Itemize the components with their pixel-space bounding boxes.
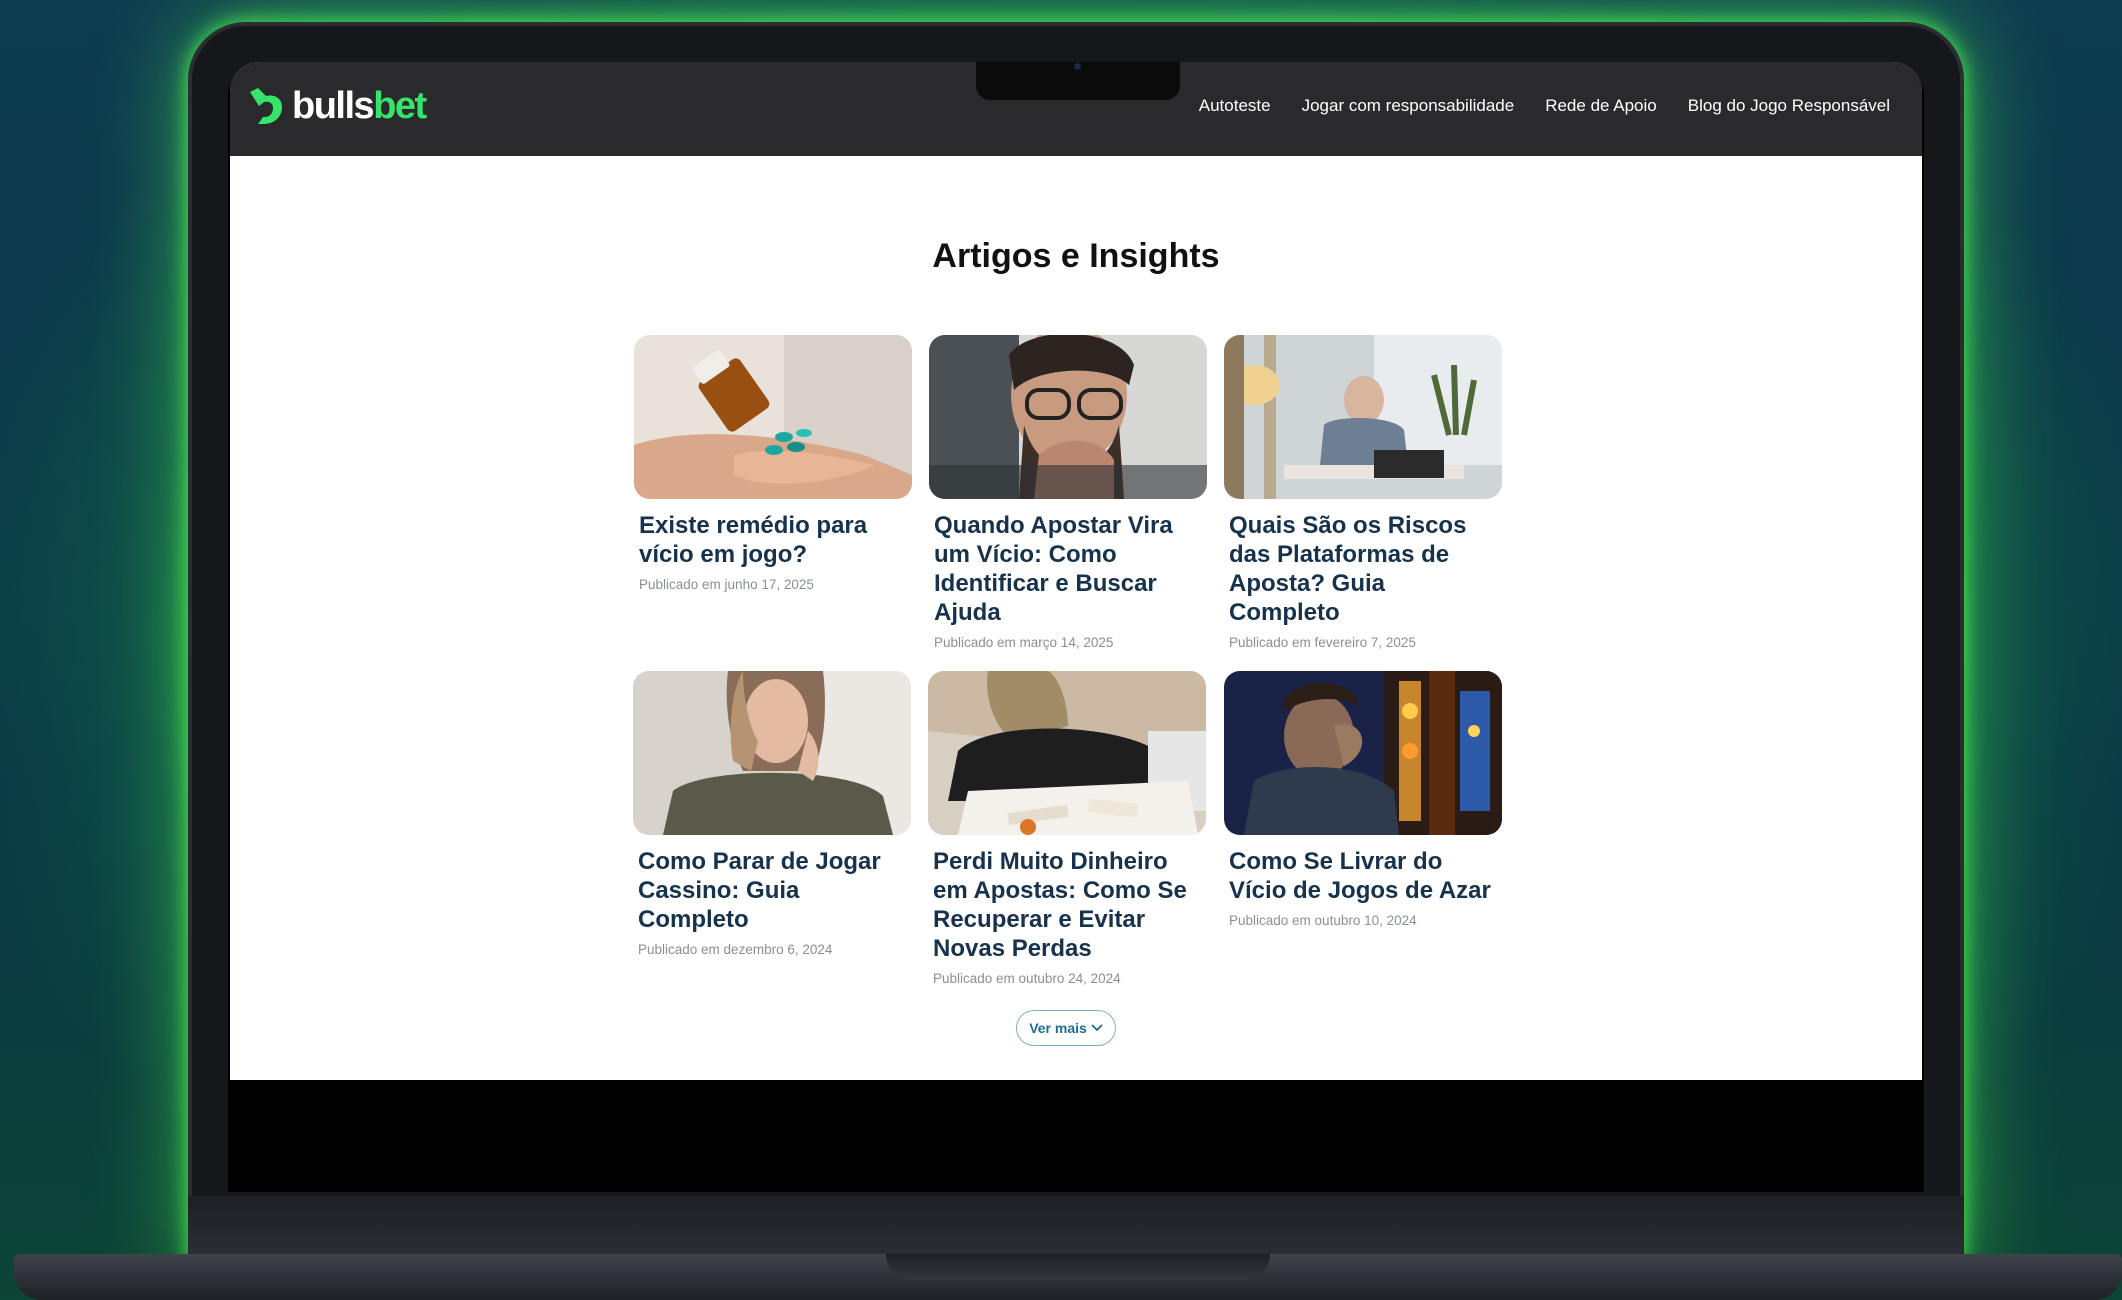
- browser-screen: bulls bet Autoteste Jogar com responsabil…: [230, 62, 1922, 1080]
- article-thumbnail[interactable]: [633, 671, 911, 835]
- article-thumbnail[interactable]: [928, 671, 1206, 835]
- article-date: Publicado em outubro 10, 2024: [1229, 913, 1417, 928]
- article-card[interactable]: Como Se Livrar do Vício de Jogos de Azar…: [1224, 671, 1502, 928]
- article-title[interactable]: Como Parar de Jogar Cassino: Guia Comple…: [638, 847, 907, 934]
- page-title: Artigos e Insights: [932, 236, 1220, 275]
- laptop-chin: [188, 1196, 1964, 1254]
- article-date: Publicado em outubro 24, 2024: [933, 971, 1121, 986]
- bullsbet-logo[interactable]: bulls bet: [244, 82, 427, 130]
- article-title[interactable]: Quais São os Riscos das Plataformas de A…: [1229, 511, 1498, 627]
- logo-text-bet: bet: [373, 84, 427, 127]
- nav-jogar-com-responsabilidade[interactable]: Jogar com responsabilidade: [1302, 96, 1515, 116]
- article-card[interactable]: Existe remédio para vício em jogo? Publi…: [634, 335, 912, 592]
- article-title[interactable]: Como Se Livrar do Vício de Jogos de Azar: [1229, 847, 1498, 905]
- webcam-icon: [1074, 63, 1081, 70]
- article-title[interactable]: Quando Apostar Vira um Vício: Como Ident…: [934, 511, 1203, 627]
- article-date: Publicado em dezembro 6, 2024: [638, 942, 833, 957]
- laptop-opening-notch: [886, 1254, 1270, 1280]
- article-card[interactable]: Quando Apostar Vira um Vício: Como Ident…: [929, 335, 1207, 650]
- ver-mais-button[interactable]: Ver mais: [1016, 1010, 1116, 1046]
- article-date: Publicado em março 14, 2025: [934, 635, 1114, 650]
- article-card[interactable]: Perdi Muito Dinheiro em Apostas: Como Se…: [928, 671, 1206, 986]
- bull-logo-icon: [250, 88, 282, 124]
- article-title[interactable]: Existe remédio para vício em jogo?: [639, 511, 908, 569]
- article-thumbnail[interactable]: [634, 335, 912, 499]
- article-title[interactable]: Perdi Muito Dinheiro em Apostas: Como Se…: [933, 847, 1202, 963]
- ver-mais-label: Ver mais: [1029, 1020, 1087, 1036]
- logo-text-bulls: bulls: [292, 84, 375, 127]
- chevron-down-icon: [1091, 1024, 1103, 1032]
- article-date: Publicado em junho 17, 2025: [639, 577, 814, 592]
- main-nav: Autoteste Jogar com responsabilidade Red…: [1199, 96, 1890, 116]
- article-thumbnail[interactable]: [929, 335, 1207, 499]
- article-thumbnail[interactable]: [1224, 335, 1502, 499]
- nav-rede-de-apoio[interactable]: Rede de Apoio: [1545, 96, 1657, 116]
- nav-autoteste[interactable]: Autoteste: [1199, 96, 1271, 116]
- article-card[interactable]: Quais São os Riscos das Plataformas de A…: [1224, 335, 1502, 650]
- nav-blog[interactable]: Blog do Jogo Responsável: [1688, 96, 1890, 116]
- article-thumbnail[interactable]: [1224, 671, 1502, 835]
- article-card[interactable]: Como Parar de Jogar Cassino: Guia Comple…: [633, 671, 911, 957]
- article-date: Publicado em fevereiro 7, 2025: [1229, 635, 1416, 650]
